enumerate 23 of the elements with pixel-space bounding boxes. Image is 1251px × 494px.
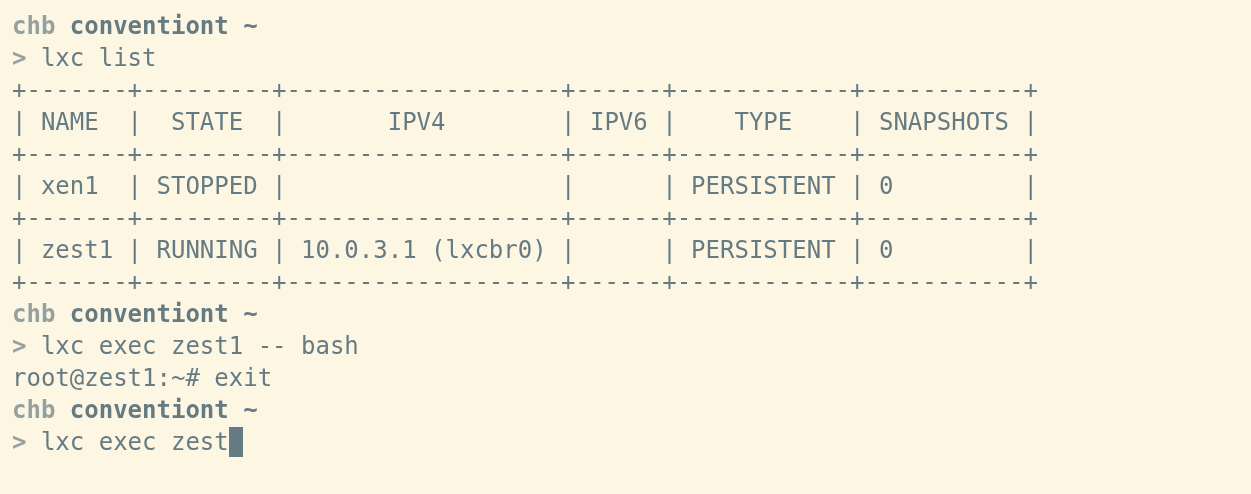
output-line: +-------+---------+-------------------+------+------------+-----------+ (12, 75, 1039, 106)
output-line: +-------+---------+-------------------+------+------------+-----------+ (12, 203, 1039, 234)
output-line: | zest1 | RUNNING | 10.0.3.1 (lxcbr0) | | PERSISTENT | 0 | (12, 235, 1039, 266)
prompt-directory: ~ (243, 396, 258, 424)
output-line: +-------+---------+-------------------+------+------------+-----------+ (12, 267, 1039, 298)
output-line: | NAME | STATE | IPV4 | IPV6 | TYPE | SNAPSHOTS | (12, 107, 1039, 138)
output-line: root@zest1:~# exit (12, 363, 274, 394)
command-text: lxc exec zest (40, 428, 229, 456)
output-line: | xen1 | STOPPED | | | PERSISTENT | 0 | (12, 171, 1039, 202)
prompt-symbol: > (12, 332, 27, 360)
prompt-host: conventiont (69, 12, 229, 40)
command-text: lxc exec zest1 -- bash (40, 332, 359, 360)
prompt-host: conventiont (69, 396, 229, 424)
prompt-directory: ~ (243, 300, 258, 328)
prompt-user: chb (12, 300, 56, 328)
prompt-user: chb (12, 12, 56, 40)
prompt-directory: ~ (243, 12, 258, 40)
output-line: +-------+---------+-------------------+------+------------+-----------+ (12, 139, 1039, 170)
prompt-host: conventiont (69, 300, 229, 328)
prompt-symbol: > (12, 428, 27, 456)
prompt-symbol: > (12, 44, 27, 72)
command-text: lxc list (40, 44, 157, 72)
prompt-user: chb (12, 396, 56, 424)
